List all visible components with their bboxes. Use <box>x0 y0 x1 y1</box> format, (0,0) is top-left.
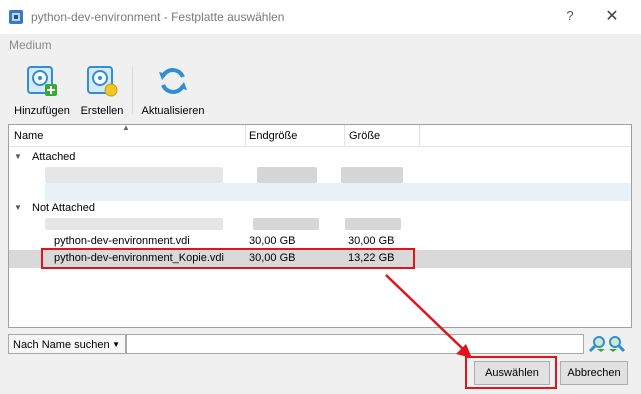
table-row[interactable]: python-dev-environment.vdi 30,00 GB 30,0… <box>9 233 631 251</box>
collapse-arrow-icon: ▼ <box>14 152 22 161</box>
menu-medium[interactable]: Medium <box>9 38 52 52</box>
search-input[interactable] <box>126 334 584 354</box>
redacted-region <box>45 218 223 230</box>
group-not-attached[interactable]: ▼ Not Attached <box>9 200 631 218</box>
redacted-region <box>45 167 223 183</box>
title-bar: python-dev-environment - Festplatte ausw… <box>0 0 641 34</box>
redacted-region <box>45 183 631 201</box>
group-label: Attached <box>32 151 76 163</box>
disk-endsize: 30,00 GB <box>249 252 296 264</box>
add-button[interactable]: Hinzufügen <box>12 64 72 117</box>
search-next-icon[interactable] <box>608 335 626 353</box>
disk-size: 30,00 GB <box>348 235 395 247</box>
create-button[interactable]: Erstellen <box>78 64 126 117</box>
menu-bar: Medium <box>0 34 641 54</box>
disk-endsize: 30,00 GB <box>249 235 296 247</box>
table-row-selected[interactable]: python-dev-environment_Kopie.vdi 30,00 G… <box>9 250 631 268</box>
chevron-down-icon: ▼ <box>112 340 120 349</box>
redacted-region <box>341 167 403 183</box>
column-divider[interactable] <box>344 125 345 147</box>
virtualbox-icon <box>9 10 23 24</box>
column-divider[interactable] <box>419 125 420 147</box>
redacted-region <box>345 218 401 230</box>
redacted-region <box>257 167 317 183</box>
refresh-icon <box>159 68 187 94</box>
cancel-button[interactable]: Abbrechen <box>560 361 628 385</box>
column-name[interactable]: Name <box>14 130 43 142</box>
choose-button[interactable]: Auswählen <box>474 361 550 385</box>
group-label: Not Attached <box>32 202 95 214</box>
disk-name: python-dev-environment.vdi <box>54 235 190 247</box>
column-divider[interactable] <box>245 125 246 147</box>
column-size[interactable]: Größe <box>349 130 380 142</box>
close-button[interactable]: ✕ <box>600 6 624 28</box>
disk-name: python-dev-environment_Kopie.vdi <box>54 252 224 264</box>
redacted-region <box>253 218 319 230</box>
search-previous-icon[interactable] <box>588 335 606 353</box>
toolbar-separator <box>132 66 133 114</box>
search-bar: Nach Name suchen ▼ <box>8 334 628 354</box>
add-button-label: Hinzufügen <box>14 105 70 117</box>
refresh-button-label: Aktualisieren <box>141 105 205 117</box>
search-mode-select[interactable]: Nach Name suchen ▼ <box>8 334 126 354</box>
create-disk-icon <box>87 66 118 97</box>
sort-indicator-icon: ▲ <box>122 123 130 132</box>
search-mode-value: Nach Name suchen <box>13 339 110 351</box>
toolbar: Hinzufügen Erstellen Aktualisieren <box>0 54 641 120</box>
disk-tree[interactable]: ▲ Name Endgröße Größe ▼ Attached ▼ Not A… <box>8 123 632 328</box>
window-title: python-dev-environment - Festplatte ausw… <box>31 10 285 24</box>
create-button-label: Erstellen <box>80 105 124 117</box>
table-header: ▲ Name Endgröße Größe <box>9 123 631 147</box>
refresh-button[interactable]: Aktualisieren <box>140 64 206 117</box>
group-attached[interactable]: ▼ Attached <box>9 149 631 167</box>
column-endsize[interactable]: Endgröße <box>249 130 297 142</box>
disk-size: 13,22 GB <box>348 252 395 264</box>
help-button[interactable]: ? <box>562 8 578 26</box>
collapse-arrow-icon: ▼ <box>14 203 22 212</box>
add-disk-icon <box>27 66 57 96</box>
